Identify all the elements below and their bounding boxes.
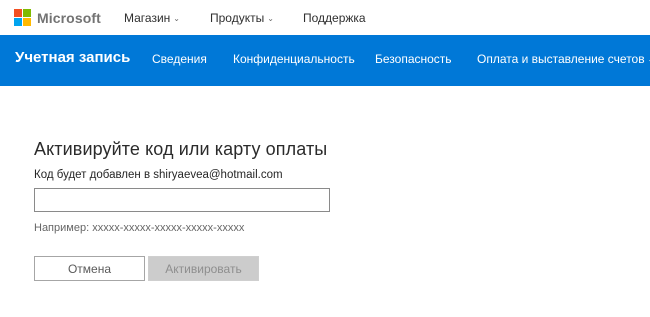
account-title[interactable]: Учетная запись bbox=[15, 49, 130, 66]
account-nav-privacy[interactable]: Конфиденциальность bbox=[233, 52, 355, 66]
cancel-button[interactable]: Отмена bbox=[34, 256, 145, 281]
page-title: Активируйте код или карту оплаты bbox=[34, 139, 328, 159]
microsoft-logo[interactable]: Microsoft bbox=[14, 9, 101, 26]
nav-products-label: Продукты bbox=[210, 11, 265, 25]
account-nav-info[interactable]: Сведения bbox=[152, 52, 207, 66]
code-input[interactable] bbox=[34, 188, 330, 212]
account-nav-bar: Учетная запись Сведения Конфиденциальнос… bbox=[0, 35, 650, 86]
nav-store-label: Магазин bbox=[124, 11, 171, 25]
activate-button[interactable]: Активировать bbox=[148, 256, 259, 281]
code-format-example: Например: xxxxx-xxxxx-xxxxx-xxxxx-xxxxx bbox=[34, 222, 245, 234]
chevron-down-icon: ⌄ bbox=[267, 14, 274, 23]
nav-support-label: Поддержка bbox=[303, 11, 366, 25]
microsoft-logo-icon bbox=[14, 9, 31, 26]
redeem-target-note: Код будет добавлен в shiryaevea@hotmail.… bbox=[34, 169, 283, 181]
nav-support[interactable]: Поддержка bbox=[303, 11, 366, 25]
brand-name: Microsoft bbox=[37, 9, 101, 26]
nav-store[interactable]: Магазин ⌄ bbox=[124, 11, 180, 25]
chevron-down-icon: ⌄ bbox=[173, 14, 180, 23]
account-nav-billing-label: Оплата и выставление счетов bbox=[477, 52, 645, 66]
top-header: Microsoft Магазин ⌄ Продукты ⌄ Поддержка bbox=[0, 0, 650, 34]
account-nav-security[interactable]: Безопасность bbox=[375, 52, 452, 66]
nav-products[interactable]: Продукты ⌄ bbox=[210, 11, 274, 25]
account-nav-billing[interactable]: Оплата и выставление счетов⌄ bbox=[477, 52, 650, 66]
